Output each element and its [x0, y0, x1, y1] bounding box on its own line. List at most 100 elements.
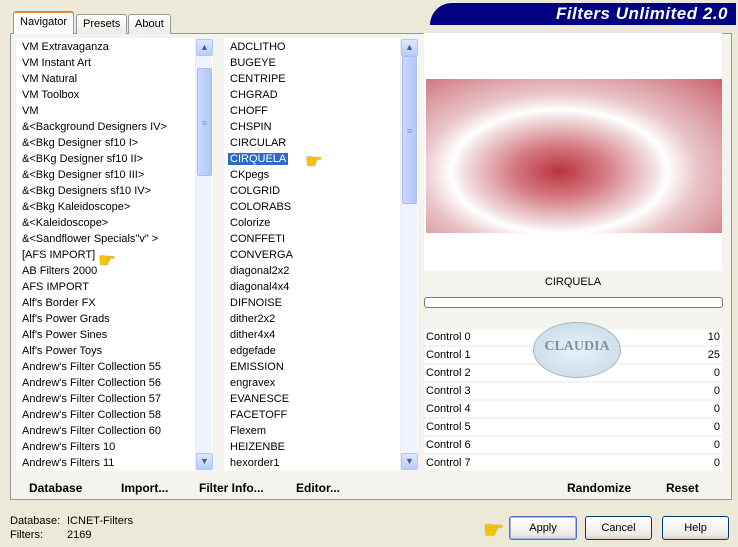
- list-item[interactable]: EMISSION: [224, 359, 418, 375]
- list-item[interactable]: &<Bkg Designers sf10 IV>: [16, 183, 213, 199]
- list-item[interactable]: Andrew's Filter Collection 58: [16, 407, 213, 423]
- list-item-label: &<Background Designers IV>: [22, 121, 167, 133]
- list-item[interactable]: VM Extravaganza: [16, 39, 213, 55]
- tab-presets[interactable]: Presets: [76, 14, 128, 34]
- list-item[interactable]: Andrew's Filter Collection 57: [16, 391, 213, 407]
- list-item[interactable]: &<Bkg Designer sf10 III>: [16, 167, 213, 183]
- list-item-label: Flexem: [230, 425, 267, 437]
- scroll-down-icon[interactable]: ▼: [196, 453, 213, 470]
- list-item-label: EMISSION: [230, 361, 284, 373]
- list-item[interactable]: &<Bkg Designer sf10 I>: [16, 135, 213, 151]
- list-item[interactable]: dither2x2: [224, 311, 418, 327]
- scroll-down-icon[interactable]: ▼: [401, 453, 418, 470]
- list-item[interactable]: diagonal4x4: [224, 279, 418, 295]
- list-item-label: &<Bkg Kaleidoscope>: [22, 201, 131, 213]
- list-item[interactable]: dither4x4: [224, 327, 418, 343]
- scroll-thumb[interactable]: ≡: [197, 68, 212, 176]
- filter-info-button[interactable]: Filter Info...: [199, 481, 264, 495]
- list-item[interactable]: &<BKg Designer sf10 II>: [16, 151, 213, 167]
- pointing-hand-icon: ☛: [98, 250, 116, 272]
- apply-button[interactable]: Apply: [509, 516, 577, 540]
- list-item-label: COLGRID: [230, 185, 281, 197]
- control-value: 10: [707, 331, 720, 343]
- list-item[interactable]: Andrew's Filters 10: [16, 439, 213, 455]
- category-scrollbar[interactable]: ▲ ≡ ▼: [195, 38, 213, 471]
- list-item[interactable]: DIFNOISE: [224, 295, 418, 311]
- scroll-thumb[interactable]: ≡: [402, 56, 417, 204]
- list-item[interactable]: Colorize: [224, 215, 418, 231]
- list-item[interactable]: VM Natural: [16, 71, 213, 87]
- pointing-hand-icon: ☛: [305, 151, 323, 173]
- list-item-label: Andrew's Filter Collection 58: [22, 409, 162, 421]
- control-value: 25: [707, 349, 720, 361]
- help-button[interactable]: Help: [662, 516, 729, 540]
- list-item-label: VM: [22, 105, 39, 117]
- list-item[interactable]: &<Background Designers IV>: [16, 119, 213, 135]
- list-item-label: VM Extravaganza: [22, 41, 109, 53]
- list-item-label: VM Natural: [22, 73, 78, 85]
- control-slider-7[interactable]: Control 7 0: [424, 455, 722, 471]
- list-item-label: [AFS IMPORT]: [22, 249, 96, 261]
- import-button[interactable]: Import...: [121, 481, 168, 495]
- control-slider-6[interactable]: Control 6 0: [424, 437, 722, 453]
- control-slider-3[interactable]: Control 3 0: [424, 383, 722, 399]
- list-item[interactable]: CHOFF: [224, 103, 418, 119]
- database-button[interactable]: Database: [29, 481, 82, 495]
- list-item-label: Andrew's Filters 11: [22, 457, 115, 469]
- list-item[interactable]: Alf's Power Grads: [16, 311, 213, 327]
- filter-list[interactable]: ADCLITHO BUGEYE CENTRIPE CHGRAD CHOFF CHSPIN C…: [224, 38, 418, 471]
- list-item[interactable]: Alf's Border FX: [16, 295, 213, 311]
- list-item-label: Andrew's Filter Collection 55: [22, 361, 162, 373]
- randomize-button[interactable]: Randomize: [567, 481, 631, 495]
- list-item[interactable]: COLGRID: [224, 183, 418, 199]
- list-item[interactable]: Andrew's Filter Collection 55: [16, 359, 213, 375]
- cancel-button[interactable]: Cancel: [585, 516, 652, 540]
- scroll-up-icon[interactable]: ▲: [401, 39, 418, 56]
- list-item-label: Andrew's Filter Collection 56: [22, 377, 162, 389]
- list-item-label: VM Toolbox: [22, 89, 80, 101]
- list-item[interactable]: AFS IMPORT: [16, 279, 213, 295]
- list-item[interactable]: Flexem: [224, 423, 418, 439]
- list-item[interactable]: CHSPIN: [224, 119, 418, 135]
- list-item[interactable]: Andrew's Filter Collection 60: [16, 423, 213, 439]
- list-item[interactable]: &<Kaleidoscope>: [16, 215, 213, 231]
- list-item[interactable]: CENTRIPE: [224, 71, 418, 87]
- list-item-label: &<Bkg Designer sf10 III>: [22, 169, 145, 181]
- list-item[interactable]: VM Instant Art: [16, 55, 213, 71]
- list-item[interactable]: &<Sandflower Specials"v" >: [16, 231, 213, 247]
- list-item[interactable]: VM: [16, 103, 213, 119]
- list-item[interactable]: COLORABS: [224, 199, 418, 215]
- editor-button[interactable]: Editor...: [296, 481, 340, 495]
- pointing-hand-icon: ☛: [483, 517, 505, 544]
- list-item[interactable]: edgefade: [224, 343, 418, 359]
- tab-navigator[interactable]: Navigator: [13, 11, 75, 34]
- list-item-label: edgefade: [230, 345, 276, 357]
- list-item[interactable]: HEIZENBE: [224, 439, 418, 455]
- list-item[interactable]: &<Bkg Kaleidoscope>: [16, 199, 213, 215]
- list-item[interactable]: CONVERGA: [224, 247, 418, 263]
- list-item[interactable]: FACETOFF: [224, 407, 418, 423]
- control-slider-4[interactable]: Control 4 0: [424, 401, 722, 417]
- list-item[interactable]: BUGEYE: [224, 55, 418, 71]
- list-item[interactable]: CONFFETI: [224, 231, 418, 247]
- list-item[interactable]: diagonal2x2: [224, 263, 418, 279]
- scroll-up-icon[interactable]: ▲: [196, 39, 213, 56]
- list-item[interactable]: CHGRAD: [224, 87, 418, 103]
- control-value: 0: [713, 457, 720, 469]
- list-item[interactable]: Andrew's Filters 11: [16, 455, 213, 471]
- list-item-label: CIRQUELA: [228, 153, 289, 165]
- list-item[interactable]: hexorder1: [224, 455, 418, 471]
- list-item[interactable]: Alf's Power Sines: [16, 327, 213, 343]
- list-item[interactable]: ADCLITHO: [224, 39, 418, 55]
- list-item[interactable]: Alf's Power Toys: [16, 343, 213, 359]
- reset-button[interactable]: Reset: [666, 481, 699, 495]
- filter-scrollbar[interactable]: ▲ ≡ ▼: [400, 38, 418, 471]
- list-item[interactable]: EVANESCE: [224, 391, 418, 407]
- control-slider-5[interactable]: Control 5 0: [424, 419, 722, 435]
- list-item[interactable]: VM Toolbox: [16, 87, 213, 103]
- list-item[interactable]: Andrew's Filter Collection 56: [16, 375, 213, 391]
- list-item-label: &<Sandflower Specials"v" >: [22, 233, 159, 245]
- list-item[interactable]: engravex: [224, 375, 418, 391]
- control-label: Control 1: [426, 349, 471, 361]
- tab-about[interactable]: About: [128, 14, 171, 34]
